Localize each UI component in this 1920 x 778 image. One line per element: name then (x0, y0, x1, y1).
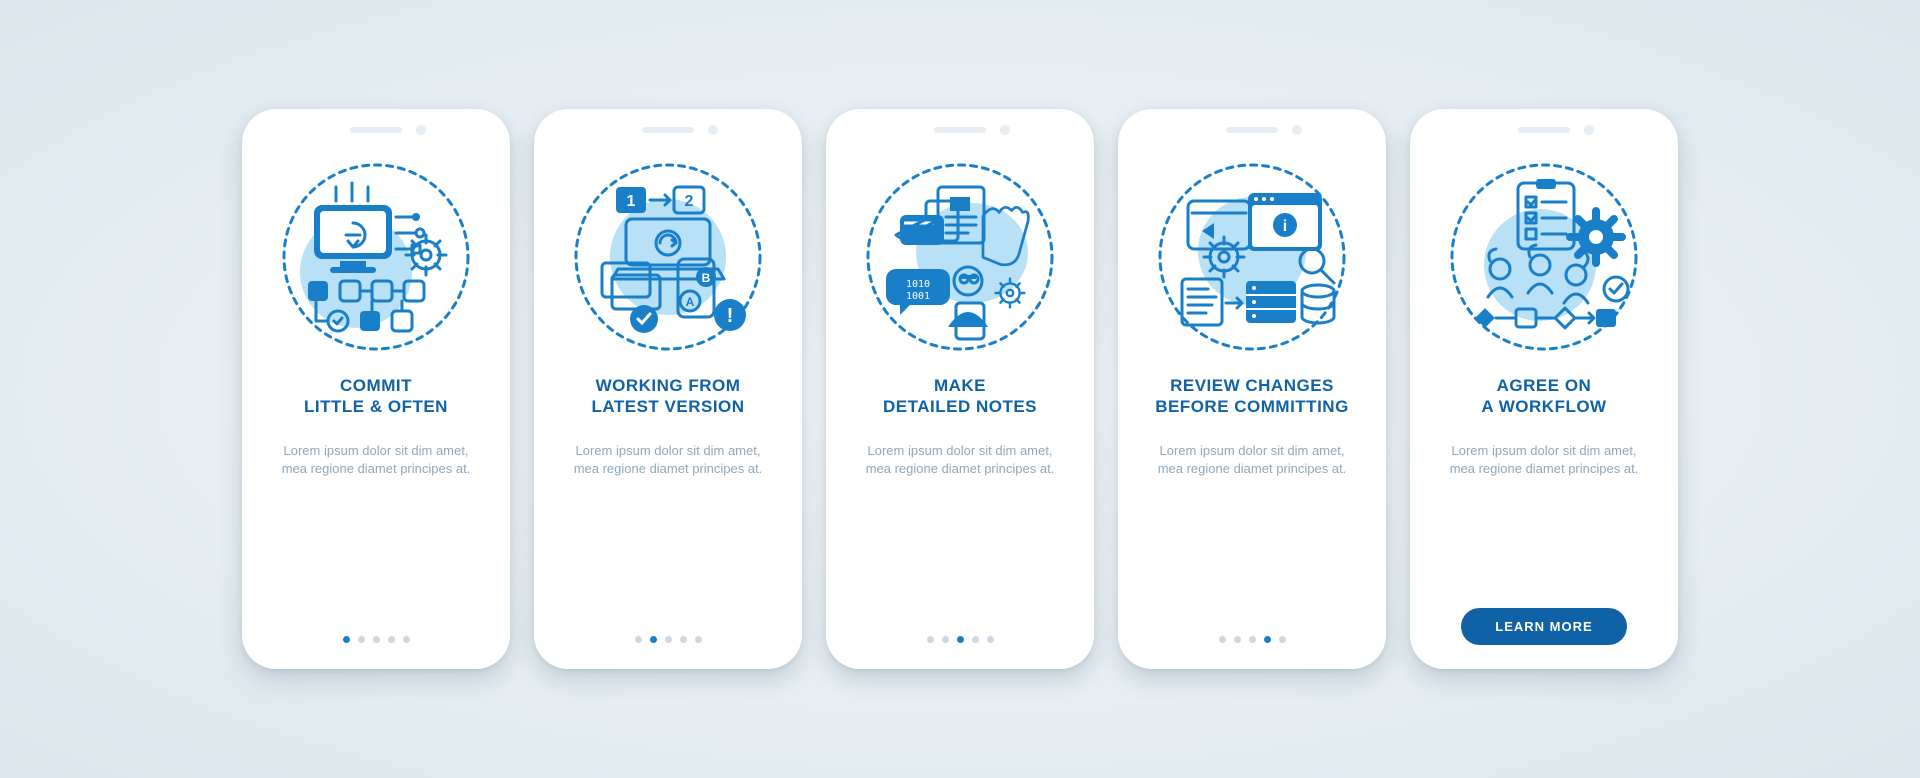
card-title: WORKING FROM LATEST VERSION (591, 375, 744, 418)
onboarding-card: i REVIEW CHANGES BEFORE COMMITTIN (1118, 109, 1386, 669)
card-body: Lorem ipsum dolor sit dim amet, mea regi… (860, 442, 1060, 480)
svg-text:i: i (1283, 218, 1287, 235)
svg-text:1: 1 (627, 193, 636, 210)
svg-text:2: 2 (685, 193, 694, 210)
card-body: Lorem ipsum dolor sit dim amet, mea regi… (1152, 442, 1352, 480)
card-body: Lorem ipsum dolor sit dim amet, mea regi… (568, 442, 768, 480)
svg-text:A: A (686, 295, 695, 309)
page-dots[interactable] (1219, 636, 1286, 643)
detailed-notes-icon: 1010 1001 (860, 157, 1060, 357)
onboarding-card: 1 2 A B ! WORKING FROM LATEST VERSION Lo… (534, 109, 802, 669)
onboarding-card: AGREE ON A WORKFLOW Lorem ipsum dolor si… (1410, 109, 1678, 669)
agree-workflow-icon (1444, 157, 1644, 357)
card-title: MAKE DETAILED NOTES (883, 375, 1037, 418)
svg-text:1010: 1010 (906, 279, 930, 290)
latest-version-icon: 1 2 A B ! (568, 157, 768, 357)
commit-often-icon (276, 157, 476, 357)
learn-more-button[interactable]: LEARN MORE (1461, 608, 1626, 645)
card-title: AGREE ON A WORKFLOW (1481, 375, 1606, 418)
card-title: COMMIT LITTLE & OFTEN (304, 375, 448, 418)
onboarding-card: 1010 1001 MAKE DETAILED NOTES Lorem ipsu… (826, 109, 1094, 669)
svg-text:1001: 1001 (906, 291, 930, 302)
onboarding-row: COMMIT LITTLE & OFTEN Lorem ipsum dolor … (222, 69, 1698, 709)
card-body: Lorem ipsum dolor sit dim amet, mea regi… (1444, 442, 1644, 480)
page-dots[interactable] (927, 636, 994, 643)
page-dots[interactable] (343, 636, 410, 643)
svg-text:B: B (702, 271, 711, 285)
card-title: REVIEW CHANGES BEFORE COMMITTING (1155, 375, 1349, 418)
svg-text:!: ! (727, 305, 734, 327)
page-dots[interactable] (635, 636, 702, 643)
onboarding-card: COMMIT LITTLE & OFTEN Lorem ipsum dolor … (242, 109, 510, 669)
review-changes-icon: i (1152, 157, 1352, 357)
card-body: Lorem ipsum dolor sit dim amet, mea regi… (276, 442, 476, 480)
